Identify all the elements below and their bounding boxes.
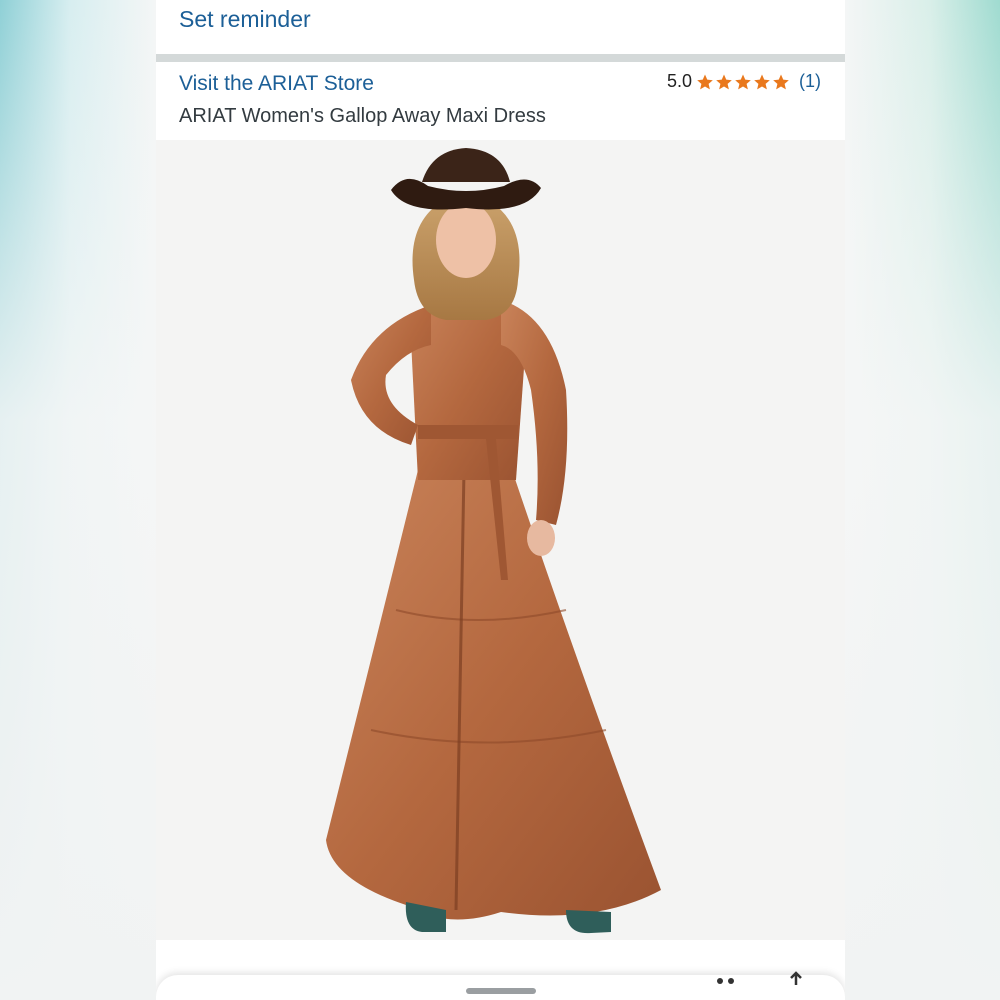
visit-store-link[interactable]: Visit the ARIAT Store [179,72,374,96]
set-reminder-link[interactable]: Set reminder [179,6,311,33]
rating-value: 5.0 [666,71,692,91]
cowboy-hat [422,148,510,182]
star-icon [735,74,751,89]
star-icon [773,74,789,89]
product-image[interactable] [156,140,845,940]
app-screen: Set reminder Visit the ARIAT Store ARIAT… [156,0,845,1000]
drag-handle[interactable] [466,988,536,994]
rating-stars [696,73,790,91]
product-header: Visit the ARIAT Store ARIAT Women's Gall… [156,62,845,140]
product-title: ARIAT Women's Gallop Away Maxi Dress [179,105,546,127]
star-icon [754,74,770,89]
product-photo-illustration [326,148,661,934]
rating-count-link[interactable]: (1) [799,71,821,92]
section-divider [156,54,845,62]
more-options-icon[interactable] [715,971,737,985]
bottom-sheet-actions [715,971,807,985]
reminder-bar: Set reminder [156,0,845,54]
bottom-sheet[interactable] [156,971,845,1000]
dress-skirt [326,470,661,920]
share-icon[interactable] [785,971,807,985]
star-icon [697,74,713,89]
boot-right [566,910,611,934]
rating-summary[interactable]: 5.0 (1) [667,71,821,92]
star-icon [716,74,732,89]
